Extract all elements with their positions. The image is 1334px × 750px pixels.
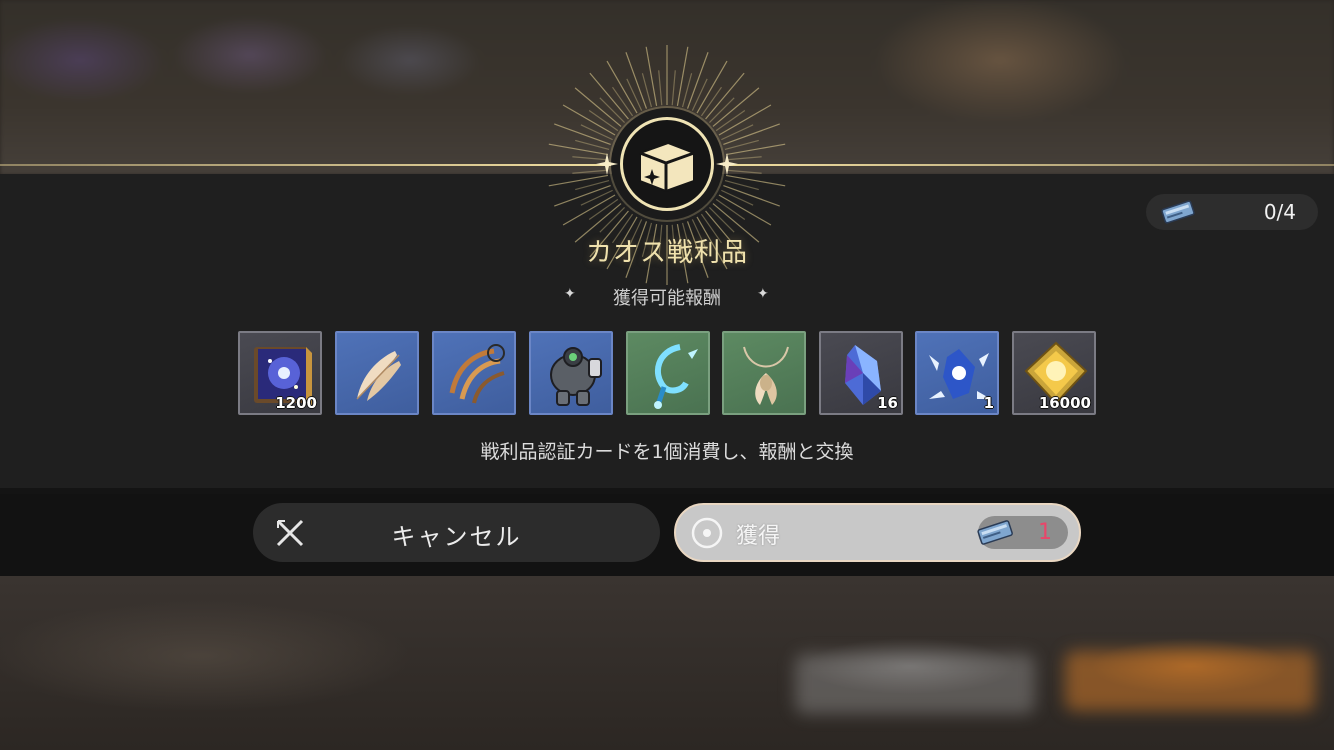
button-bar — [0, 494, 1334, 576]
reward-item-ice-crystal[interactable]: 1 — [915, 331, 999, 415]
reward-item-blue-hook-charm[interactable] — [626, 331, 710, 415]
blue-hook-charm-icon — [654, 344, 698, 409]
obtain-cost: 1 — [1038, 520, 1052, 545]
chest-icon — [639, 141, 695, 193]
dialog-title: カオス戦利品 — [585, 238, 748, 268]
cost-pill: 1 — [977, 516, 1068, 549]
reward-item-crystal-shard[interactable]: 16 — [819, 331, 903, 415]
reward-quantity: 16000 — [1038, 394, 1091, 412]
robot-suit-icon — [550, 347, 602, 406]
reward-item-gold-chip[interactable]: 16000 — [1012, 331, 1096, 415]
reward-item-robot-suit[interactable] — [529, 331, 613, 415]
reward-quantity: 16 — [877, 394, 898, 412]
golden-ornament-icon — [449, 344, 505, 404]
reward-item-golden-ornament[interactable] — [432, 331, 516, 415]
sparkle-icon — [716, 153, 738, 175]
ticket-count: 0/4 — [1263, 200, 1296, 224]
background-scene-bottom — [0, 576, 1334, 750]
sparkle-icon — [596, 153, 618, 175]
cancel-button[interactable]: キャンセル — [253, 503, 660, 562]
feather-necklace-icon — [743, 346, 789, 405]
obtain-button[interactable]: 獲得 1 — [674, 503, 1081, 562]
reward-item-star-tome[interactable]: 1200 — [238, 331, 322, 415]
exchange-description: 戦利品認証カードを1個消費し、報酬と交換 — [480, 441, 854, 463]
confirm-circle-icon — [691, 517, 723, 549]
ticket-icon — [977, 520, 1013, 545]
sparkle-icon: ✦ — [757, 286, 769, 302]
ticket-icon — [1161, 200, 1195, 224]
ticket-counter: 0/4 — [1146, 194, 1318, 230]
obtain-label: 獲得 — [736, 524, 781, 549]
cancel-label: キャンセル — [391, 523, 522, 551]
reward-item-feather-necklace[interactable] — [722, 331, 806, 415]
reward-quantity: 1200 — [275, 394, 317, 412]
dialog-subtitle: 獲得可能報酬 — [613, 288, 721, 309]
reward-quantity: 1 — [983, 394, 994, 412]
reward-item-feather-wing[interactable] — [335, 331, 419, 415]
feather-wing-icon — [356, 351, 401, 401]
